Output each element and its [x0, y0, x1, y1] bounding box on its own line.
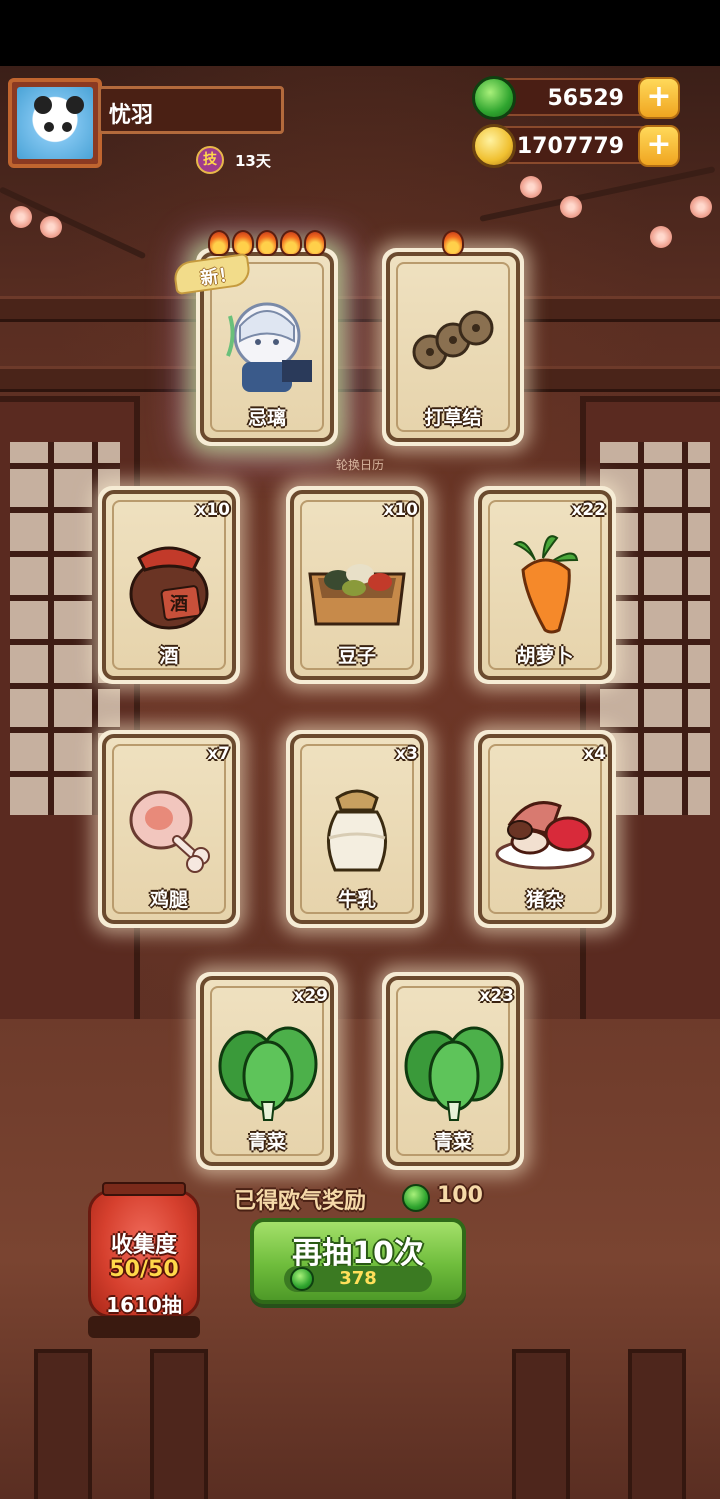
card-character[interactable]: 新！ 忌璃 [172, 230, 338, 446]
draw-again-button[interactable]: 再抽10次 378 [250, 1218, 466, 1304]
card-wine[interactable]: x10 酒 酒 [98, 486, 240, 684]
gold-coin-icon [472, 124, 516, 168]
card-greens-2[interactable]: x23 青菜 [382, 972, 524, 1170]
card-greens-1[interactable]: x29 青菜 [196, 972, 338, 1170]
gold-value: 1707779 [516, 134, 624, 159]
carrot-icon [495, 530, 595, 644]
card-qty: x22 [571, 500, 606, 520]
chicken-leg-icon [119, 778, 219, 882]
fence-post [34, 1349, 92, 1499]
blossom [520, 176, 542, 198]
card-milk[interactable]: x3 牛乳 [286, 730, 428, 928]
blossom [40, 216, 62, 238]
milk-jar-icon [307, 778, 407, 882]
bean-box-icon [302, 544, 412, 638]
grass-knot-icon [408, 306, 498, 380]
card-label: 忌璃 [247, 407, 286, 429]
svg-text:酒: 酒 [170, 593, 188, 615]
collection-draws: 1610抽 [106, 1293, 182, 1317]
blossom [690, 196, 712, 218]
card-carrot[interactable]: x22 胡萝卜 [474, 486, 616, 684]
lantern-stand [88, 1316, 200, 1338]
lantern-cap [102, 1182, 186, 1196]
days-count: 13天 [235, 152, 271, 170]
add-gold-button[interactable]: + [638, 125, 680, 167]
card-label: 胡萝卜 [516, 645, 574, 667]
draw-cost: 378 [284, 1266, 432, 1292]
card-qty: x23 [479, 986, 514, 1006]
jade-value: 56529 [547, 86, 624, 111]
flame-icon [256, 230, 278, 256]
fence-post [628, 1349, 686, 1499]
card-label: 牛乳 [337, 889, 376, 911]
card-grass-knot[interactable]: 打草结 [382, 230, 524, 446]
card-label: 打草结 [424, 407, 482, 429]
jade-currency: 56529 + [472, 76, 680, 120]
gold-currency: 1707779 + [472, 124, 680, 168]
draw-cost-value: 378 [339, 1268, 377, 1289]
jade-coin-icon [402, 1184, 430, 1212]
card-label: 猪杂 [525, 889, 564, 911]
card-label: 青菜 [247, 1131, 286, 1153]
lantern-body: 收集度 50/50 1610抽 [88, 1190, 200, 1318]
add-jade-button[interactable]: + [638, 77, 680, 119]
fence-post [512, 1349, 570, 1499]
jade-coin-icon [472, 76, 516, 120]
rarity-flames [196, 230, 338, 260]
player-avatar[interactable] [8, 78, 102, 168]
flame-icon [232, 230, 254, 256]
character-portrait-icon [212, 296, 322, 400]
blossom [10, 206, 32, 228]
flame-icon [280, 230, 302, 256]
card-qty: x7 [207, 744, 230, 764]
card-qty: x29 [293, 986, 328, 1006]
skill-badge-icon[interactable]: 技 [196, 146, 224, 174]
card-qty: x3 [395, 744, 418, 764]
rotation-caption: 轮换日历 [335, 458, 384, 472]
flame-icon [442, 230, 464, 256]
branch [479, 166, 716, 222]
flame-icon [208, 230, 230, 256]
fence-post [150, 1349, 208, 1499]
card-qty: x10 [383, 500, 418, 520]
card-label: 豆子 [337, 645, 376, 667]
card-chicken-leg[interactable]: x7 鸡腿 [98, 730, 240, 928]
reward-value: 100 [437, 1183, 483, 1208]
collection-lantern[interactable]: 收集度 50/50 1610抽 [84, 1178, 204, 1328]
player-name: 忧羽 [109, 103, 154, 128]
blossom [650, 226, 672, 248]
player-name-box: 忧羽 [98, 86, 284, 134]
wall-beam [0, 296, 720, 322]
blossom [560, 196, 582, 218]
pork-offal-icon [490, 784, 600, 878]
card-pork-offal[interactable]: x4 猪杂 [474, 730, 616, 928]
card-qty: x10 [195, 500, 230, 520]
card-label: 酒 [159, 645, 179, 667]
card-beans[interactable]: x10 豆子 [286, 486, 428, 684]
collection-progress: 50/50 [109, 1257, 179, 1282]
reward-text: 已得欧气奖励 [234, 1189, 367, 1214]
wine-jar-icon: 酒 [119, 534, 219, 638]
greens-icon [212, 1016, 322, 1130]
card-label: 鸡腿 [149, 889, 188, 911]
card-label: 青菜 [433, 1131, 472, 1153]
wall-beam [0, 366, 720, 392]
card-qty: x4 [583, 744, 606, 764]
greens-icon [398, 1016, 508, 1130]
rarity-flames [382, 230, 524, 260]
collection-title: 收集度 [110, 1233, 177, 1258]
flame-icon [304, 230, 326, 256]
